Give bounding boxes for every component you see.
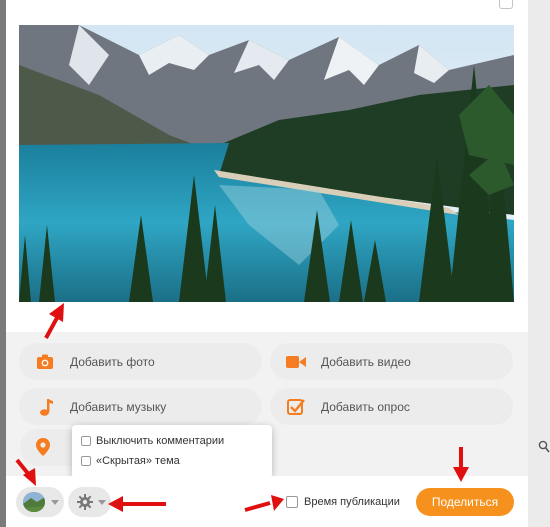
disable-comments-label: Выключить комментарии <box>96 435 225 447</box>
gear-icon <box>77 494 93 513</box>
disable-comments-option[interactable]: Выключить комментарии <box>81 435 224 447</box>
delete-attachment-icon[interactable] <box>499 0 513 9</box>
settings-button[interactable] <box>68 487 111 517</box>
add-video-button[interactable]: Добавить видео <box>270 343 513 380</box>
disable-comments-checkbox[interactable] <box>81 436 91 446</box>
music-note-icon <box>35 397 55 417</box>
attached-photo[interactable] <box>19 25 514 302</box>
add-photo-button[interactable]: Добавить фото <box>19 343 262 380</box>
hidden-topic-label: «Скрытая» тема <box>96 455 180 467</box>
publication-time-toggle[interactable]: Время публикации <box>286 496 400 508</box>
hidden-topic-checkbox[interactable] <box>81 456 91 466</box>
avatar <box>23 492 45 512</box>
add-location-button[interactable] <box>20 429 78 466</box>
camera-icon <box>35 352 55 372</box>
search-icon[interactable] <box>538 440 550 454</box>
post-editor-panel: Добавить фото Добавить видео Добавить му… <box>6 0 528 527</box>
video-camera-icon <box>286 352 306 372</box>
attached-photo-card <box>6 0 528 332</box>
author-selector[interactable] <box>16 487 64 517</box>
add-video-label: Добавить видео <box>321 354 411 369</box>
share-button[interactable]: Поделиться <box>416 488 514 516</box>
publication-time-label: Время публикации <box>304 496 400 508</box>
hidden-topic-option[interactable]: «Скрытая» тема <box>81 455 180 467</box>
add-photo-label: Добавить фото <box>70 354 155 369</box>
location-pin-icon <box>36 438 50 459</box>
publication-time-checkbox[interactable] <box>286 496 298 508</box>
add-music-label: Добавить музыку <box>70 399 167 414</box>
chevron-down-icon <box>98 500 106 505</box>
chevron-down-icon <box>51 500 59 505</box>
add-music-button[interactable]: Добавить музыку <box>19 388 262 425</box>
add-poll-button[interactable]: Добавить опрос <box>270 388 513 425</box>
add-poll-label: Добавить опрос <box>321 399 410 414</box>
poll-checkbox-icon <box>286 397 306 417</box>
settings-dropdown-menu: Выключить комментарии «Скрытая» тема <box>72 425 272 478</box>
bottom-toolbar: Время публикации Поделиться <box>6 476 528 527</box>
